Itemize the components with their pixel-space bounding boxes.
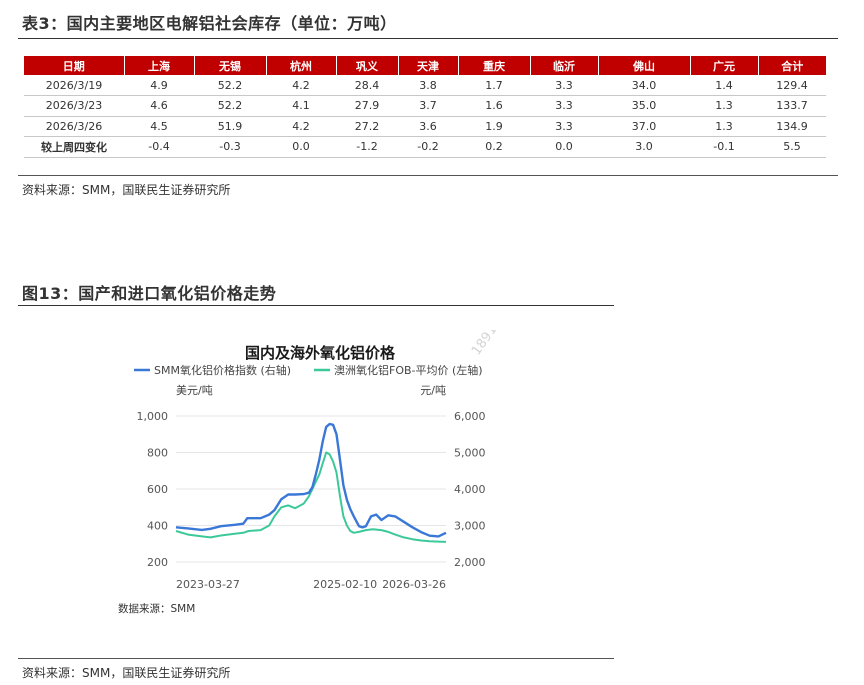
left-tick-label: 400 — [147, 520, 168, 533]
right-tick-label: 2,000 — [454, 556, 486, 569]
table-cell: 1.4 — [690, 75, 758, 96]
figure-bottom-divider — [18, 658, 614, 659]
table-cell: 134.9 — [758, 116, 826, 137]
table-row: 2026/3/26 4.5 51.9 4.2 27.2 3.6 1.9 3.3 37.0 1.3 1… — [24, 116, 826, 137]
table-cell: 1.9 — [458, 116, 530, 137]
table-cell: 2026/3/23 — [24, 95, 124, 117]
left-axis-label: 美元/吨 — [176, 384, 213, 397]
left-tick-label: 200 — [147, 556, 168, 569]
table-cell: 52.2 — [194, 95, 266, 117]
table-cell: 1.7 — [458, 75, 530, 96]
table-header-cell: 佛山 — [598, 56, 691, 75]
table-cell: 4.9 — [124, 75, 194, 96]
table-cell: 4.2 — [266, 116, 336, 137]
title-divider — [18, 38, 838, 39]
chart-lines — [175, 422, 447, 543]
table-cell: 3.8 — [398, 75, 458, 96]
table-cell: 4.5 — [124, 116, 194, 137]
table-header-cell: 临沂 — [530, 56, 599, 75]
table-header-row: 日期 上海 无锡 杭州 巩义 天津 重庆 临沂 佛山 广元 合计 — [24, 56, 826, 75]
table-cell: 3.6 — [398, 116, 458, 137]
table-cell: 133.7 — [758, 95, 826, 117]
right-tick-label: 4,000 — [454, 483, 486, 496]
table-cell: 3.3 — [530, 75, 598, 96]
table-cell: 0.0 — [266, 136, 336, 158]
table-cell: 2026/3/26 — [24, 116, 124, 137]
table-header-cell: 巩义 — [336, 56, 399, 75]
legend-label: 澳洲氧化铝FOB-平均价 (左轴) — [334, 363, 483, 377]
chart-ticks: 1,000 6,000 800 5,000 600 4,000 400 3,000 200 2,0… — [137, 410, 486, 591]
x-tick-label: 2026-03-26 — [382, 578, 446, 591]
chart-legend: SMM氧化铝价格指数 (右轴) 澳洲氧化铝FOB-平均价 (左轴) — [134, 363, 483, 377]
chart-source-note: 数据来源：SMM — [118, 602, 195, 615]
table-title: 表3：国内主要地区电解铝社会库存（单位：万吨） — [22, 14, 397, 33]
table-cell: -1.2 — [336, 136, 398, 158]
legend-label: SMM氧化铝价格指数 (右轴) — [154, 363, 291, 377]
table-header-cell: 无锡 — [194, 56, 267, 75]
table-cell: -0.2 — [398, 136, 458, 158]
table-header-cell: 日期 — [24, 56, 125, 75]
table-row: 2026/3/23 4.6 52.2 4.1 27.9 3.7 1.6 3.3 35.0 1.3 1… — [24, 95, 826, 117]
table-cell: -0.3 — [194, 136, 266, 158]
table-cell: 4.2 — [266, 75, 336, 96]
table-cell: 5.5 — [758, 136, 826, 158]
x-tick-label: 2023-03-27 — [176, 578, 240, 591]
table-cell: -0.1 — [690, 136, 758, 158]
table-bottom-divider — [18, 175, 838, 176]
figure-title: 图13：国产和进口氧化铝价格走势 — [22, 284, 277, 303]
table-cell: 27.9 — [336, 95, 398, 117]
alumina-price-chart: 1891 国内及海外氧化铝价格 SMM氧化铝价格指数 (右轴) 澳洲氧化铝FOB-… — [118, 330, 500, 615]
left-tick-label: 800 — [147, 447, 168, 460]
table-cell: 37.0 — [598, 116, 690, 137]
table-cell: 3.0 — [598, 136, 690, 158]
left-tick-label: 1,000 — [137, 410, 169, 423]
table-header-cell: 合计 — [758, 56, 826, 75]
table-cell: 27.2 — [336, 116, 398, 137]
table-cell: 0.2 — [458, 136, 530, 158]
chart-title: 国内及海外氧化铝价格 — [245, 344, 396, 362]
figure-source: 资料来源：SMM，国联民生证券研究所 — [22, 666, 231, 680]
table-cell: 3.7 — [398, 95, 458, 117]
table-header-cell: 重庆 — [458, 56, 531, 75]
table-body: 2026/3/19 4.9 52.2 4.2 28.4 3.8 1.7 3.3 34.0 1.4 1… — [24, 75, 826, 158]
table-cell: 1.3 — [690, 95, 758, 117]
table-source: 资料来源：SMM，国联民生证券研究所 — [22, 183, 231, 197]
table-cell: 2026/3/19 — [24, 75, 124, 96]
figure-divider — [18, 305, 614, 306]
table-cell: 51.9 — [194, 116, 266, 137]
right-tick-label: 6,000 — [454, 410, 486, 423]
x-tick-label: 2025-02-10 — [313, 578, 377, 591]
table-cell: 4.1 — [266, 95, 336, 117]
table-cell: 1.3 — [690, 116, 758, 137]
table-header-cell: 广元 — [690, 56, 759, 75]
right-tick-label: 3,000 — [454, 520, 486, 533]
table-row: 2026/3/19 4.9 52.2 4.2 28.4 3.8 1.7 3.3 34.0 1.4 1… — [24, 75, 826, 96]
series-line-right — [175, 422, 447, 538]
table-header-cell: 天津 — [398, 56, 459, 75]
watermark: 1891 — [469, 330, 500, 358]
table-cell: 较上周四变化 — [24, 136, 124, 158]
table-row: 较上周四变化 -0.4 -0.3 0.0 -1.2 -0.2 0.2 0.0 3.0 -0.1 5.… — [24, 136, 826, 158]
table-cell: 0.0 — [530, 136, 598, 158]
right-tick-label: 5,000 — [454, 447, 486, 460]
table-cell: 35.0 — [598, 95, 690, 117]
inventory-table: 日期 上海 无锡 杭州 巩义 天津 重庆 临沂 佛山 广元 合计 2026/3/19 4.9 52.2 4… — [24, 56, 826, 158]
table-cell: 129.4 — [758, 75, 826, 96]
table-header-cell: 上海 — [124, 56, 195, 75]
table-cell: 3.3 — [530, 116, 598, 137]
table-cell: 52.2 — [194, 75, 266, 96]
table-cell: -0.4 — [124, 136, 194, 158]
table-cell: 1.6 — [458, 95, 530, 117]
table-cell: 28.4 — [336, 75, 398, 96]
right-axis-label: 元/吨 — [420, 384, 446, 397]
table-cell: 3.3 — [530, 95, 598, 117]
table-cell: 34.0 — [598, 75, 690, 96]
table-header-cell: 杭州 — [266, 56, 337, 75]
left-tick-label: 600 — [147, 483, 168, 496]
table-cell: 4.6 — [124, 95, 194, 117]
